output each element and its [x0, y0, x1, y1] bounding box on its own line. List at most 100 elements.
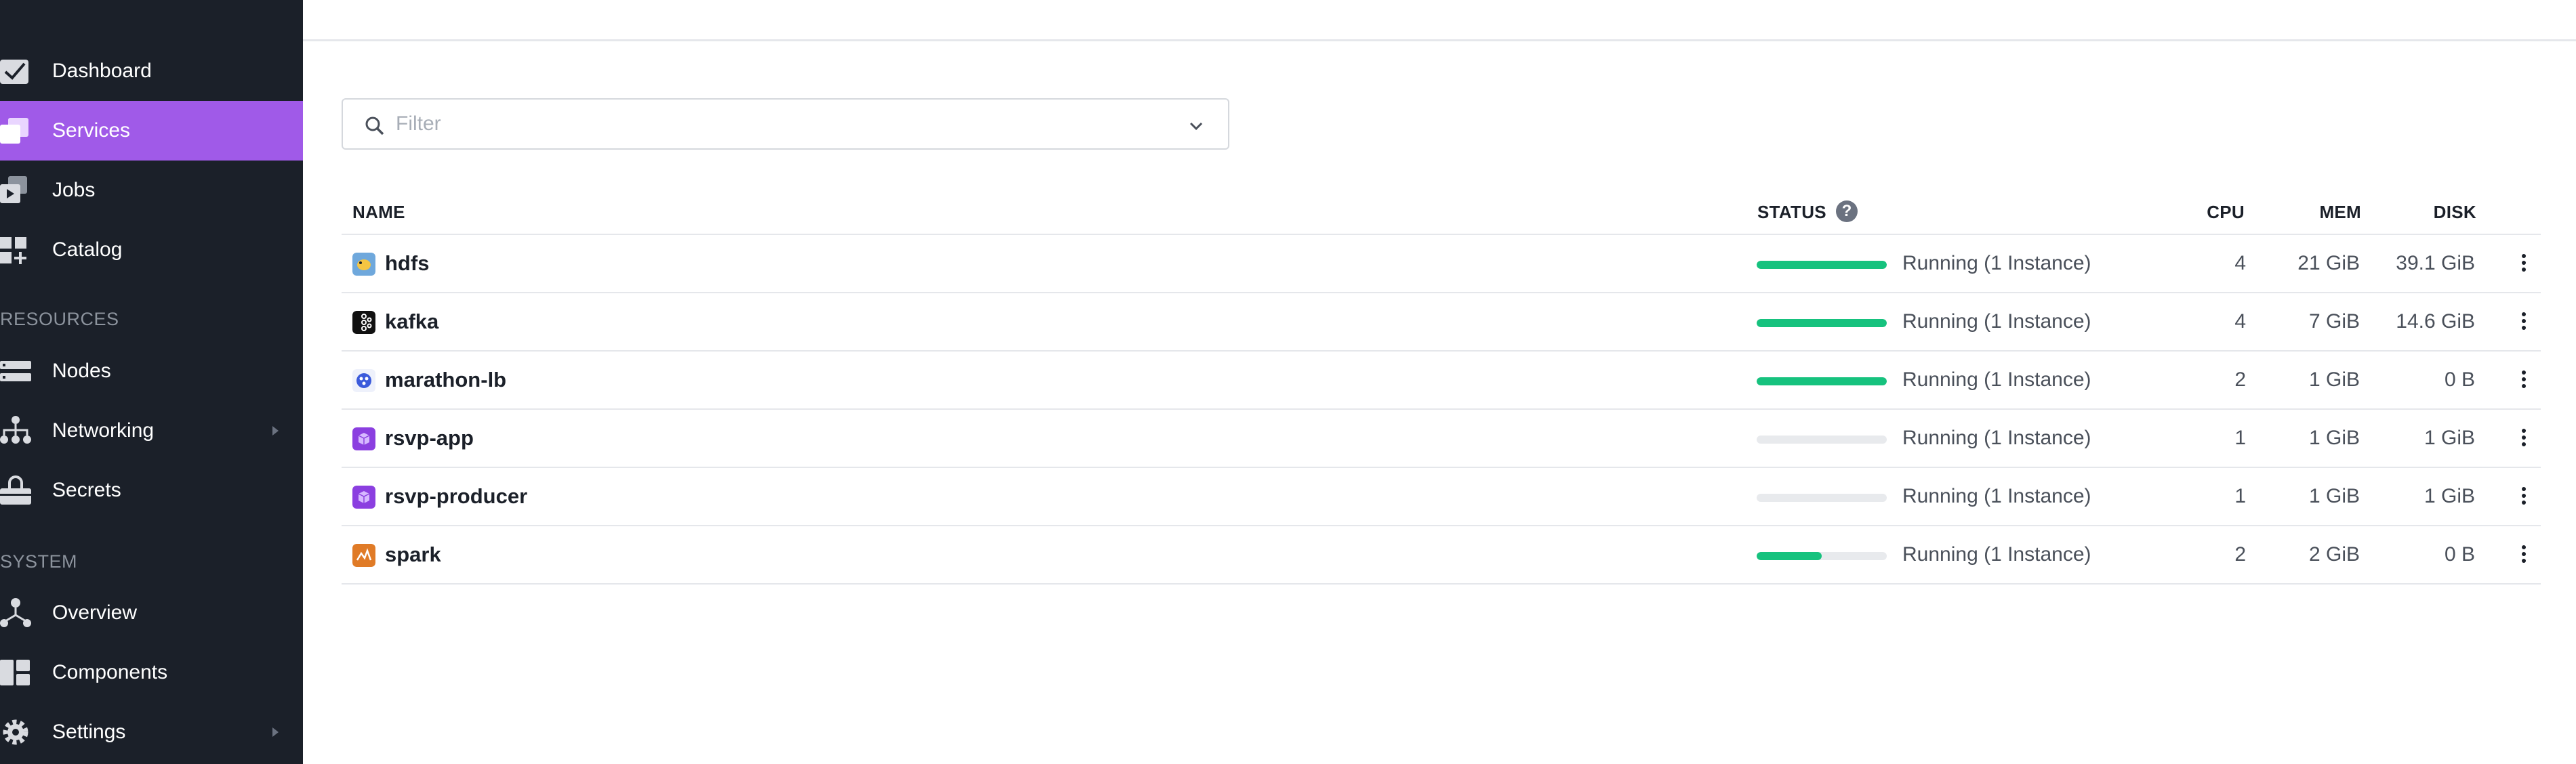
sidebar-item-label: Catalog [52, 238, 123, 261]
sidebar-item-label: Nodes [52, 360, 111, 382]
chevron-right-icon [272, 426, 279, 436]
sidebar-item-secrets[interactable]: Secrets [0, 461, 303, 520]
progress-fill [1757, 319, 1887, 327]
sidebar-item-label: Secrets [52, 479, 121, 501]
more-options-icon[interactable] [2516, 543, 2532, 568]
table-row[interactable]: rsvp-producer Running (1 Instance) 1 1 G… [342, 467, 2541, 525]
mem-value: 7 GiB [2308, 310, 2360, 333]
sidebar-item-catalog[interactable]: Catalog [0, 220, 303, 280]
cpu-value: 2 [2234, 368, 2246, 391]
package-icon [352, 427, 375, 450]
sidebar-item-label: Jobs [52, 179, 96, 201]
more-options-icon[interactable] [2516, 368, 2532, 394]
sidebar-item-components[interactable]: Components [0, 643, 303, 702]
disk-value: 0 B [2444, 368, 2475, 391]
sidebar-item-label: Components [52, 661, 168, 683]
table-bottom-divider [342, 583, 2541, 585]
networking-icon [0, 416, 31, 444]
column-header-name[interactable]: NAME [352, 202, 405, 223]
mem-value: 1 GiB [2308, 485, 2360, 507]
cpu-value: 4 [2234, 252, 2246, 274]
service-name[interactable]: marathon-lb [385, 368, 506, 392]
sidebar-item-label: Services [52, 119, 131, 142]
progress-bar [1757, 436, 1887, 444]
table-row[interactable]: rsvp-app Running (1 Instance) 1 1 GiB 1 … [342, 408, 2541, 467]
cpu-value: 1 [2234, 485, 2246, 507]
package-icon [352, 486, 375, 509]
jobs-icon [0, 176, 27, 203]
cpu-value: 2 [2234, 543, 2246, 566]
disk-value: 1 GiB [2424, 485, 2475, 507]
dashboard-icon [0, 60, 28, 84]
progress-fill [1757, 377, 1887, 385]
progress-bar [1757, 494, 1887, 502]
status-text: Running (1 Instance) [1902, 427, 2091, 449]
cpu-value: 4 [2234, 310, 2246, 333]
progress-fill [1757, 552, 1822, 560]
service-name[interactable]: rsvp-producer [385, 484, 527, 509]
more-options-icon[interactable] [2516, 426, 2532, 452]
cpu-value: 1 [2234, 427, 2246, 449]
sidebar-item-nodes[interactable]: Nodes [0, 341, 303, 401]
service-name[interactable]: hdfs [385, 251, 429, 276]
filter-box[interactable] [342, 98, 1229, 150]
search-icon [365, 116, 384, 135]
sidebar-item-services[interactable]: Services [0, 101, 303, 161]
services-icon [0, 118, 28, 144]
components-icon [0, 660, 30, 685]
filter-input[interactable] [396, 100, 1141, 148]
mem-value: 2 GiB [2308, 543, 2360, 566]
spark-icon [352, 544, 375, 567]
progress-bar [1757, 552, 1887, 560]
sidebar-item-dashboard[interactable]: Dashboard [0, 41, 303, 101]
secrets-icon [0, 475, 31, 505]
more-options-icon[interactable] [2516, 251, 2532, 277]
sidebar-item-jobs[interactable]: Jobs [0, 161, 303, 220]
status-text: Running (1 Instance) [1902, 543, 2091, 566]
settings-icon [3, 719, 28, 745]
sidebar-item-networking[interactable]: Networking [0, 401, 303, 461]
table-row[interactable]: kafka Running (1 Instance) 4 7 GiB 14.6 … [342, 292, 2541, 350]
sidebar-item-label: Settings [52, 721, 126, 743]
nodes-icon [0, 361, 31, 381]
service-name[interactable]: spark [385, 543, 441, 567]
mem-value: 21 GiB [2297, 252, 2360, 274]
column-header-mem[interactable]: MEM [2304, 202, 2361, 223]
service-name[interactable]: rsvp-app [385, 426, 474, 450]
sidebar-item-label: Overview [52, 601, 138, 624]
overview-icon [0, 598, 31, 627]
status-text: Running (1 Instance) [1902, 310, 2091, 333]
sidebar-item-label: Networking [52, 419, 155, 442]
status-text: Running (1 Instance) [1902, 252, 2091, 274]
marathon-lb-icon [352, 369, 375, 392]
table-row[interactable]: hdfs Running (1 Instance) 4 21 GiB 39.1 … [342, 234, 2541, 292]
column-header-status[interactable]: STATUS [1757, 202, 1826, 223]
more-options-icon[interactable] [2516, 484, 2532, 510]
status-text: Running (1 Instance) [1902, 485, 2091, 507]
sidebar-item-label: Dashboard [52, 60, 152, 82]
progress-bar [1757, 261, 1887, 269]
sidebar-item-settings[interactable]: Settings [0, 702, 303, 762]
section-system: SYSTEM [0, 551, 78, 572]
kafka-icon [352, 311, 375, 334]
chevron-down-icon[interactable] [1187, 117, 1205, 135]
mem-value: 1 GiB [2308, 427, 2360, 449]
catalog-icon [0, 237, 26, 264]
more-options-icon[interactable] [2516, 310, 2532, 335]
table-row[interactable]: marathon-lb Running (1 Instance) 2 1 GiB… [342, 350, 2541, 408]
column-header-cpu[interactable]: CPU [2190, 202, 2245, 223]
service-name[interactable]: kafka [385, 310, 438, 334]
hdfs-icon [352, 253, 375, 276]
help-icon[interactable]: ? [1836, 200, 1858, 222]
column-header-disk[interactable]: DISK [2418, 202, 2476, 223]
mem-value: 1 GiB [2308, 368, 2360, 391]
sidebar-item-overview[interactable]: Overview [0, 583, 303, 643]
header-divider [303, 39, 2576, 41]
disk-value: 1 GiB [2424, 427, 2475, 449]
section-resources: RESOURCES [0, 309, 119, 329]
progress-bar [1757, 319, 1887, 327]
status-text: Running (1 Instance) [1902, 368, 2091, 391]
disk-value: 14.6 GiB [2396, 310, 2475, 333]
sidebar: Dashboard Services Jobs Catalog RESOURCE… [0, 0, 303, 764]
table-row[interactable]: spark Running (1 Instance) 2 2 GiB 0 B [342, 525, 2541, 583]
